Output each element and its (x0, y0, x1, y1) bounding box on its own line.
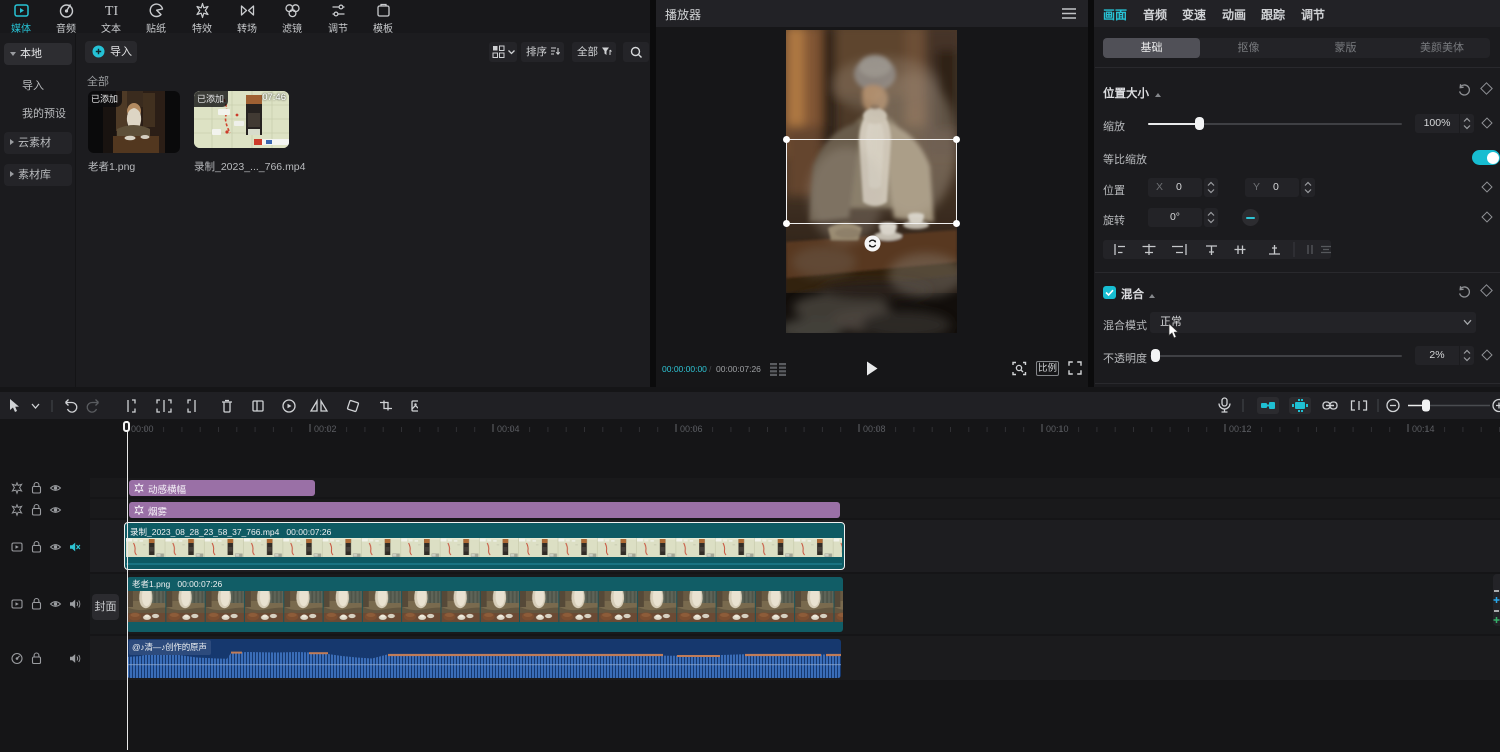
svg-text:00:00: 00:00 (131, 424, 154, 434)
svg-text:00:04: 00:04 (497, 424, 520, 434)
svg-text:00:06: 00:06 (680, 424, 703, 434)
svg-text:TI: TI (104, 4, 118, 19)
svg-text:00:02: 00:02 (314, 424, 337, 434)
svg-text:00:10: 00:10 (1046, 424, 1069, 434)
svg-text:00:08: 00:08 (863, 424, 886, 434)
svg-text:00:14: 00:14 (1412, 424, 1435, 434)
svg-text:00:12: 00:12 (1229, 424, 1252, 434)
